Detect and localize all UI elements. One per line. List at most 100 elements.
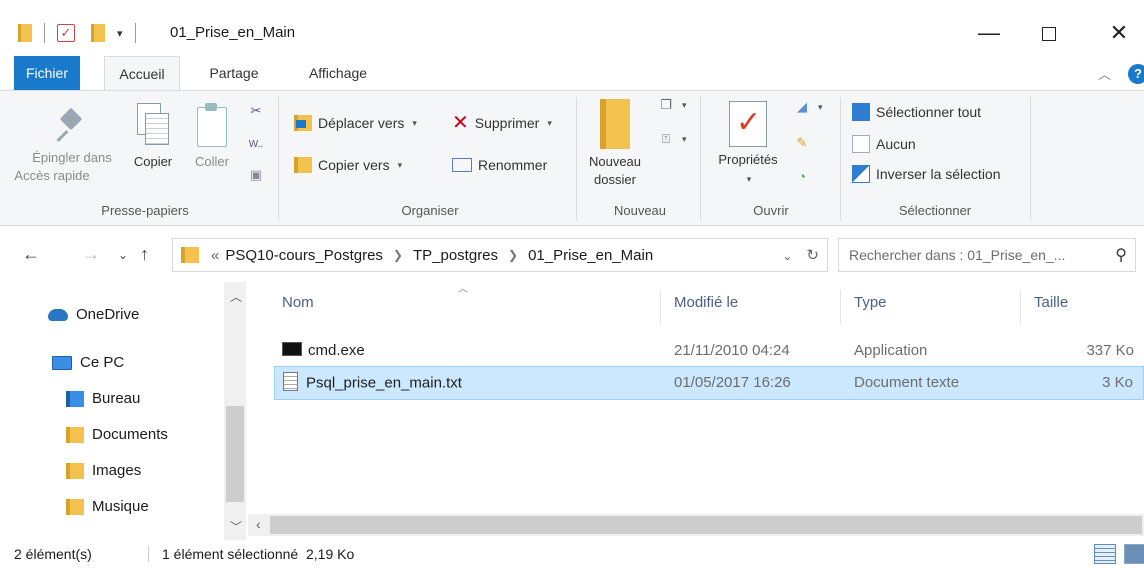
nav-item-pictures[interactable]: Images [66,462,141,479]
status-bar: 2 élément(s) 1 élément sélectionné 2,19 … [0,540,1144,568]
back-arrow-icon[interactable]: ← [22,244,40,265]
nav-item-desktop[interactable]: Bureau [66,390,140,407]
breadcrumb-separator-icon[interactable]: ❯ [508,248,518,262]
ribbon-tabs: Fichier Accueil Partage Affichage ︿ ? [0,56,1144,91]
history-button[interactable]: ◔ [794,169,810,185]
tab-file[interactable]: Fichier [14,56,80,90]
nav-item-label: OneDrive [76,306,140,323]
sort-ascending-icon: ︿ [458,284,468,295]
breadcrumb-item[interactable]: 01_Prise_en_Main [528,247,653,264]
file-name: Psql_prise_en_main.txt [306,374,462,392]
large-icons-view-icon[interactable] [1124,544,1144,564]
pictures-folder-icon [66,462,84,479]
search-input[interactable]: Rechercher dans : 01_Prise_en_... ⚲ [838,238,1136,272]
breadcrumb-item[interactable]: PSQ10-cours_Postgres [225,247,383,264]
nav-item-music[interactable]: Musique [66,498,149,515]
maximize-icon [1042,27,1056,42]
column-header-modified[interactable]: Modifié le [674,294,738,311]
up-arrow-icon[interactable]: ↑ [140,244,149,265]
copy-button[interactable]: Copier [128,101,178,171]
breadcrumb-overflow[interactable]: « [211,247,219,264]
close-button[interactable]: ✕ [1096,14,1142,54]
tab-view[interactable]: Affichage [298,56,378,90]
scroll-down-icon[interactable]: ﹀ [230,518,242,535]
nav-item-this-pc[interactable]: Ce PC [52,354,124,371]
column-header-name[interactable]: Nom [282,294,314,311]
forward-arrow-icon[interactable]: → [82,244,100,265]
file-modified: 21/11/2010 04:24 [674,342,790,359]
table-row[interactable]: cmd.exe 21/11/2010 04:24 Application 337… [274,334,1144,368]
rename-button[interactable]: Renommer [452,157,547,173]
navigation-pane: OneDrive Ce PC Bureau Documents Images M… [0,282,248,540]
column-divider[interactable] [660,290,661,324]
address-history-chevron-icon[interactable]: ⌄ [782,246,792,264]
new-group-label: Nouveau [613,203,667,218]
column-header-size[interactable]: Taille [1034,294,1068,311]
file-list-horizontal-scrollbar[interactable]: ‹ [248,514,1144,536]
new-item-button[interactable]: ❐ ▾ [658,97,686,113]
paste-label: Coller [195,154,229,169]
cut-button[interactable]: ✂ [248,103,264,119]
refresh-icon[interactable]: ↻ [806,246,819,264]
folder-icon [181,247,199,263]
scroll-left-icon[interactable]: ‹ [256,516,261,532]
select-none-icon [852,135,870,153]
new-folder-button[interactable]: Nouveau dossier [582,99,648,189]
title-bar: ✓ ▾ 01_Prise_en_Main — ✕ [0,0,1144,56]
select-all-button[interactable]: Sélectionner tout [852,103,981,121]
copy-to-label: Copier vers [318,157,390,173]
tab-share[interactable]: Partage [200,56,268,90]
delete-button[interactable]: ✕ Supprimer ▾ [452,113,552,133]
invert-selection-button[interactable]: Inverser la sélection [852,165,1001,183]
edit-button[interactable]: ✎ [794,135,810,151]
address-controls: ⌄ ↻ [782,246,819,264]
select-group-label: Sélectionner [898,203,972,218]
copy-icon [135,101,171,149]
folder-icon[interactable] [18,24,32,42]
collapse-ribbon-chevron-icon[interactable]: ︿ [1098,64,1111,83]
open-button[interactable]: ◢ ▾ [794,99,823,115]
customize-toolbar-dropdown-icon[interactable]: ▾ [117,27,123,40]
pin-quick-access-button[interactable]: Épingler dans Accès rapide [14,105,124,185]
group-divider [700,97,701,221]
address-bar[interactable]: « PSQ10-cours_Postgres ❯ TP_postgres ❯ 0… [172,238,828,272]
properties-button[interactable]: Propriétés ▾ [708,101,788,188]
paste-shortcut-button[interactable]: ▣ [248,167,264,183]
select-none-button[interactable]: Aucun [852,135,916,153]
select-none-label: Aucun [876,136,916,152]
selection-info: 1 élément sélectionné 2,19 Ko [162,546,355,562]
paste-button[interactable]: Coller [188,101,236,171]
column-divider[interactable] [1020,290,1021,324]
new-folder-line1: Nouveau [588,154,642,169]
navigation-pane-scrollbar[interactable]: ︿ ﹀ [224,282,246,540]
copy-path-button[interactable]: W.. [248,137,264,153]
move-to-button[interactable]: Déplacer vers ▾ [294,115,417,131]
column-header-type[interactable]: Type [854,294,887,311]
scrollbar-thumb[interactable] [270,516,1142,534]
minimize-button[interactable]: — [966,14,1012,54]
new-folder-icon[interactable] [91,24,105,42]
copy-to-button[interactable]: Copier vers ▾ [294,157,402,173]
scrollbar-thumb[interactable] [226,406,244,502]
column-divider[interactable] [840,290,841,324]
nav-item-label: Bureau [92,390,141,407]
search-icon[interactable]: ⚲ [1115,245,1127,265]
properties-check-icon[interactable]: ✓ [57,24,75,42]
help-icon[interactable]: ? [1128,64,1144,84]
nav-item-onedrive[interactable]: OneDrive [48,306,139,323]
breadcrumb-separator-icon[interactable]: ❯ [393,248,403,262]
nav-item-documents[interactable]: Documents [66,426,168,443]
easy-access-button[interactable]: ⍐ ▾ [658,131,686,147]
nav-item-label: Ce PC [80,354,125,371]
table-row[interactable]: Psql_prise_en_main.txt 01/05/2017 16:26 … [274,366,1144,400]
organize-group-label: Organiser [401,203,459,218]
pin-label-line2: Accès rapide [14,168,90,183]
tab-home[interactable]: Accueil [104,56,180,91]
recent-locations-chevron-icon[interactable]: ⌄ [118,248,128,262]
breadcrumb-item[interactable]: TP_postgres [413,247,498,264]
maximize-button[interactable] [1026,14,1072,54]
new-item-icon: ❐ [660,97,672,112]
details-view-icon[interactable] [1094,544,1116,564]
rename-label: Renommer [478,157,548,173]
scroll-up-icon[interactable]: ︿ [230,288,242,305]
